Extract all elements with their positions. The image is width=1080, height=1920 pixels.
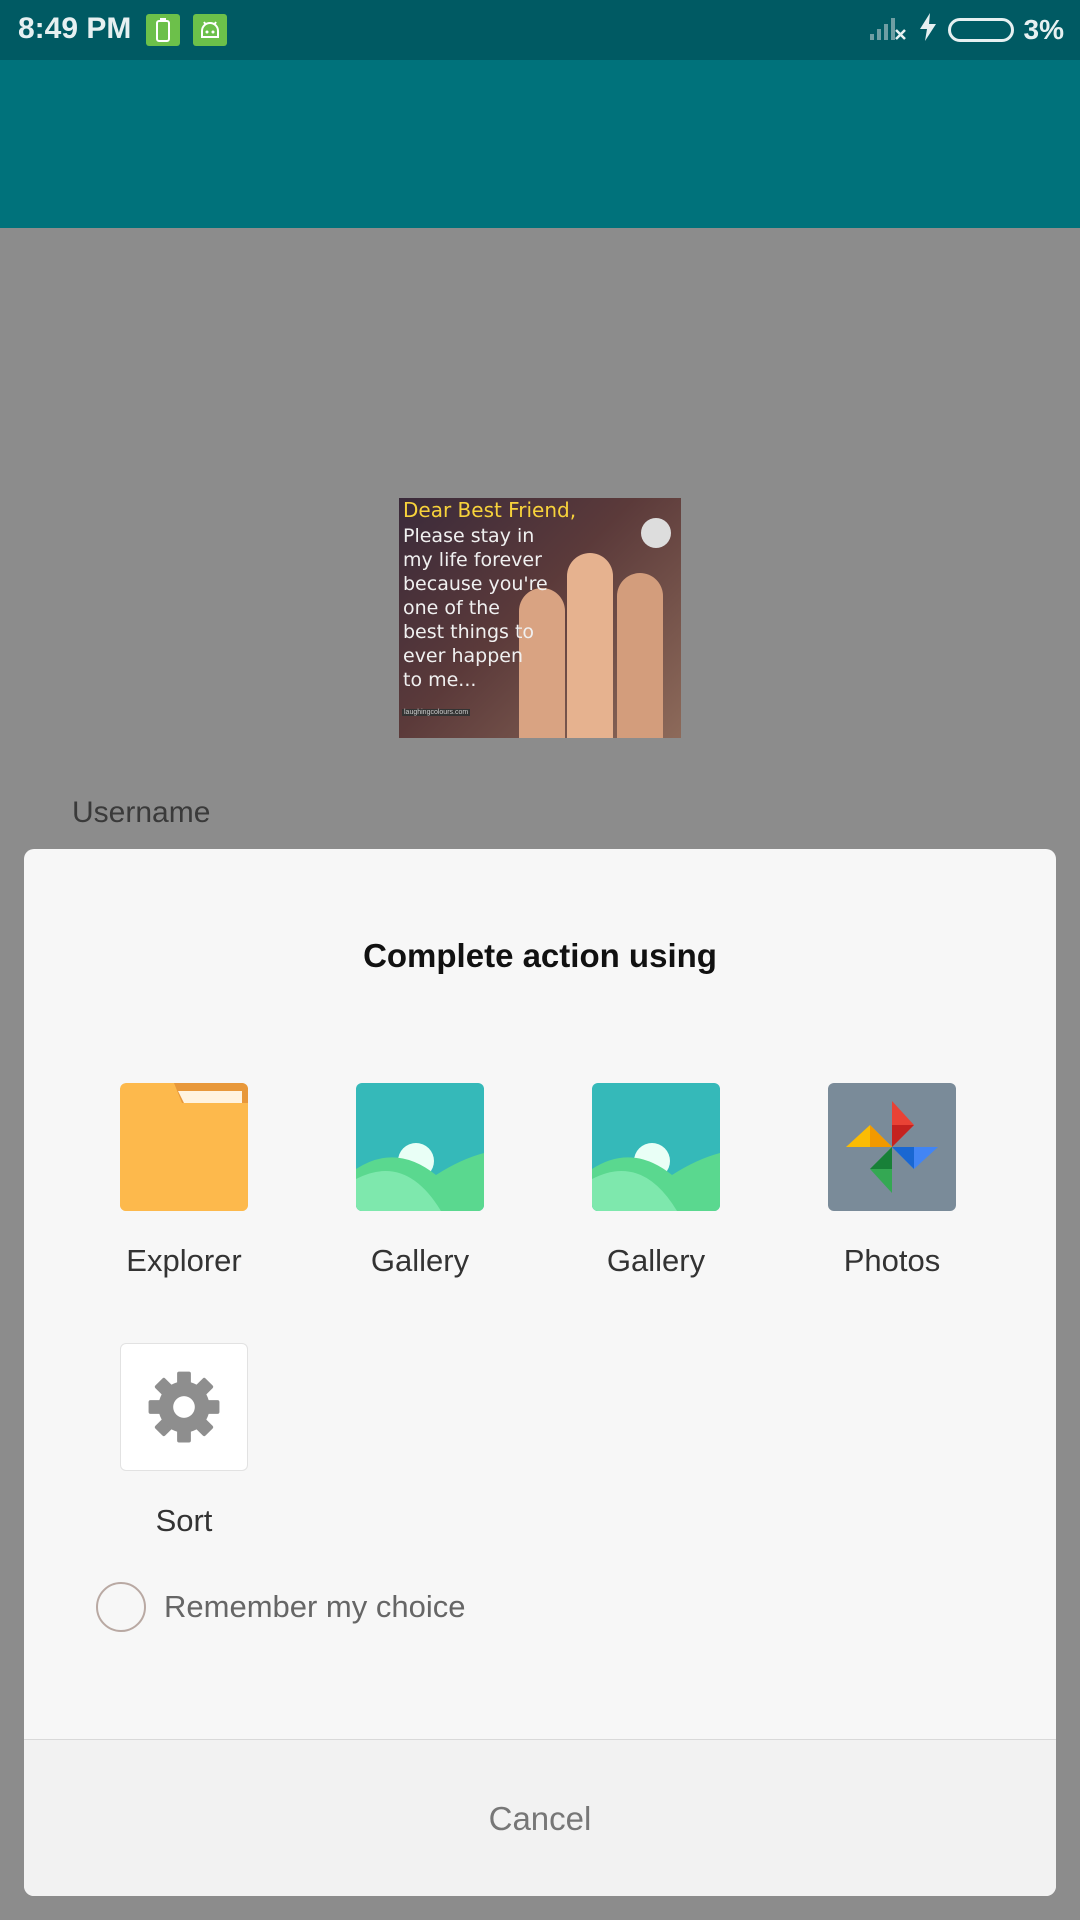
remember-choice-radio[interactable] (96, 1582, 146, 1632)
app-label: Explorer (126, 1243, 242, 1278)
app-option-explorer[interactable]: Explorer (84, 1083, 284, 1279)
app-option-photos[interactable]: Photos (792, 1083, 992, 1279)
chooser-dialog: Complete action using Explorer Gallery G… (24, 849, 1056, 1896)
dialog-title: Complete action using (363, 937, 717, 974)
cancel-button[interactable]: Cancel (24, 1739, 1056, 1896)
app-option-gallery[interactable]: Gallery (556, 1083, 756, 1279)
folder-icon (120, 1083, 248, 1211)
gallery-icon (592, 1083, 720, 1211)
gear-icon (120, 1343, 248, 1471)
gallery-icon (356, 1083, 484, 1211)
app-label: Photos (843, 1243, 941, 1278)
app-option-sort[interactable]: Sort (84, 1343, 284, 1539)
remember-choice-option[interactable]: Remember my choice (96, 1582, 465, 1632)
app-label: Gallery (606, 1243, 706, 1278)
photos-pinwheel-icon (828, 1083, 956, 1211)
app-label: Sort (155, 1503, 213, 1538)
cancel-label: Cancel (488, 1799, 592, 1837)
app-label: Gallery (370, 1243, 470, 1278)
app-option-gallery[interactable]: Gallery (320, 1083, 520, 1279)
remember-choice-label: Remember my choice (164, 1589, 466, 1624)
